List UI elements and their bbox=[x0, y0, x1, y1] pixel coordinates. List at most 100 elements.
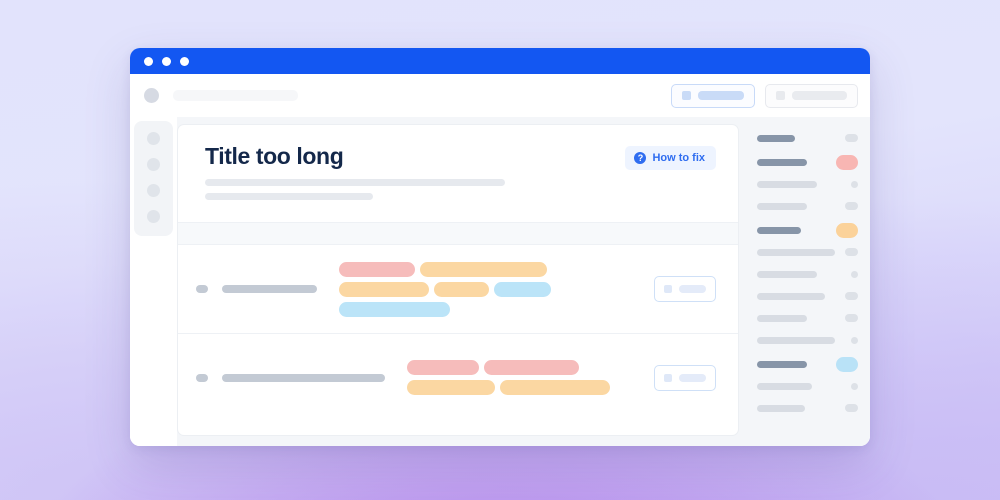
row-2-tag-1[interactable] bbox=[407, 360, 479, 376]
sidebar-item-3[interactable] bbox=[147, 184, 160, 197]
row-2-tag-3[interactable] bbox=[407, 380, 495, 396]
right-rail-group-orange-header-badge bbox=[836, 222, 858, 238]
row-1-action-button-icon bbox=[664, 285, 672, 294]
browser-window: Title too long ? How to fix bbox=[130, 48, 870, 446]
issue-card: Title too long ? How to fix bbox=[177, 124, 739, 436]
row-1-tag-1[interactable] bbox=[339, 261, 415, 277]
window-dot-close-icon[interactable] bbox=[144, 56, 153, 66]
right-rail-group-orange-item-2-badge bbox=[851, 270, 858, 278]
row-1-tag-5[interactable] bbox=[494, 281, 551, 297]
card-header-text: Title too long bbox=[205, 143, 625, 201]
right-rail-group-0 bbox=[757, 131, 858, 145]
header-secondary-button-icon bbox=[776, 91, 785, 100]
right-rail-group-orange-item-1-badge bbox=[845, 248, 858, 256]
right-rail-group-0-header-badge bbox=[845, 134, 858, 142]
right-rail-group-blue bbox=[757, 356, 858, 415]
right-rail-group-blue-header[interactable] bbox=[757, 356, 858, 372]
issue-row-1[interactable] bbox=[178, 245, 738, 333]
right-rail-group-orange-item-4-badge bbox=[845, 314, 858, 322]
right-rail-group-orange-item-2[interactable] bbox=[757, 267, 858, 281]
row-1-action-button-label bbox=[679, 285, 706, 294]
right-rail-group-orange-header-label bbox=[757, 226, 801, 234]
row-1-tag-3[interactable] bbox=[339, 281, 429, 297]
issue-row-list bbox=[178, 245, 738, 421]
right-rail-group-red-item-1-badge bbox=[851, 180, 858, 188]
right-rail-group-orange-item-1-label bbox=[757, 248, 835, 256]
window-dot-minimize-icon[interactable] bbox=[162, 56, 171, 66]
right-rail-group-blue-item-2-badge bbox=[845, 404, 858, 412]
right-rail-group-orange-header[interactable] bbox=[757, 222, 858, 238]
right-sidebar-groups bbox=[757, 131, 858, 415]
sidebar-item-1[interactable] bbox=[147, 132, 160, 145]
sidebar-item-2[interactable] bbox=[147, 158, 160, 171]
header-primary-button[interactable] bbox=[671, 83, 755, 108]
right-rail-group-orange-item-3-badge bbox=[845, 292, 858, 300]
window-body: Title too long ? How to fix bbox=[130, 117, 870, 446]
right-rail-group-red-item-1[interactable] bbox=[757, 177, 858, 191]
right-rail-group-orange-item-4[interactable] bbox=[757, 311, 858, 325]
description-line-2 bbox=[205, 193, 373, 201]
right-rail-group-orange-item-1[interactable] bbox=[757, 245, 858, 259]
main-content: Title too long ? How to fix bbox=[177, 117, 747, 446]
right-rail-group-orange-item-5-badge bbox=[851, 336, 858, 344]
header-secondary-button-label bbox=[792, 91, 847, 100]
left-sidebar bbox=[130, 117, 177, 446]
question-circle-icon: ? bbox=[634, 152, 647, 164]
right-rail-group-red-item-1-label bbox=[757, 180, 817, 188]
window-dot-maximize-icon[interactable] bbox=[180, 56, 189, 66]
row-1-tag-6[interactable] bbox=[339, 301, 450, 317]
right-rail-group-red-header-badge bbox=[836, 154, 858, 170]
app-logo-icon bbox=[144, 88, 159, 103]
header-secondary-button[interactable] bbox=[765, 83, 858, 108]
row-1-tag-2[interactable] bbox=[420, 261, 547, 277]
right-rail-group-orange-item-4-label bbox=[757, 314, 807, 322]
header-primary-button-label bbox=[698, 91, 744, 100]
description-line-1 bbox=[205, 179, 505, 187]
row-1-tag-4[interactable] bbox=[434, 281, 489, 297]
right-rail-group-orange-item-3[interactable] bbox=[757, 289, 858, 303]
how-to-fix-button[interactable]: ? How to fix bbox=[625, 146, 716, 170]
right-rail-group-orange bbox=[757, 222, 858, 347]
sidebar-item-4[interactable] bbox=[147, 210, 160, 223]
right-rail-group-red bbox=[757, 154, 858, 213]
right-rail-group-orange-item-5-label bbox=[757, 336, 835, 344]
right-rail-group-orange-item-3-label bbox=[757, 292, 825, 300]
row-1-action-button[interactable] bbox=[654, 276, 716, 303]
row-2-tag-4[interactable] bbox=[500, 380, 610, 396]
right-rail-group-blue-item-1[interactable] bbox=[757, 379, 858, 393]
app-header bbox=[130, 74, 870, 117]
row-1-marker-icon bbox=[196, 285, 208, 294]
issue-row-2[interactable] bbox=[178, 333, 738, 421]
right-rail-group-red-item-2[interactable] bbox=[757, 199, 858, 213]
right-rail-group-blue-item-2[interactable] bbox=[757, 401, 858, 415]
right-rail-group-red-header[interactable] bbox=[757, 154, 858, 170]
right-rail-group-red-item-2-badge bbox=[845, 202, 858, 210]
right-rail-group-blue-header-badge bbox=[836, 356, 858, 372]
row-2-tags bbox=[407, 360, 629, 396]
row-1-tags bbox=[339, 261, 561, 317]
right-rail-group-orange-item-5[interactable] bbox=[757, 333, 858, 347]
window-titlebar bbox=[130, 48, 870, 74]
right-rail-group-blue-item-1-badge bbox=[851, 382, 858, 390]
row-2-label bbox=[222, 373, 385, 382]
right-rail-group-blue-item-2-label bbox=[757, 404, 805, 412]
right-rail-group-orange-item-2-label bbox=[757, 270, 817, 278]
right-rail-group-0-header[interactable] bbox=[757, 131, 858, 145]
card-subheader bbox=[178, 223, 738, 246]
right-rail-group-red-header-label bbox=[757, 158, 807, 166]
row-1-label bbox=[222, 285, 317, 294]
how-to-fix-label: How to fix bbox=[652, 152, 705, 164]
header-primary-button-icon bbox=[682, 91, 691, 100]
row-2-action-button[interactable] bbox=[654, 364, 716, 391]
right-rail-group-blue-item-1-label bbox=[757, 382, 812, 390]
right-sidebar bbox=[747, 117, 870, 446]
page-title: Title too long bbox=[205, 143, 344, 169]
left-sidebar-panel bbox=[134, 121, 173, 236]
right-rail-group-red-item-2-label bbox=[757, 202, 807, 210]
right-rail-group-0-header-label bbox=[757, 134, 795, 142]
row-2-action-button-icon bbox=[664, 373, 672, 382]
card-header: Title too long ? How to fix bbox=[178, 125, 738, 224]
row-2-tag-2[interactable] bbox=[484, 360, 579, 376]
right-rail-group-blue-header-label bbox=[757, 360, 807, 368]
app-logo-placeholder bbox=[173, 90, 298, 101]
